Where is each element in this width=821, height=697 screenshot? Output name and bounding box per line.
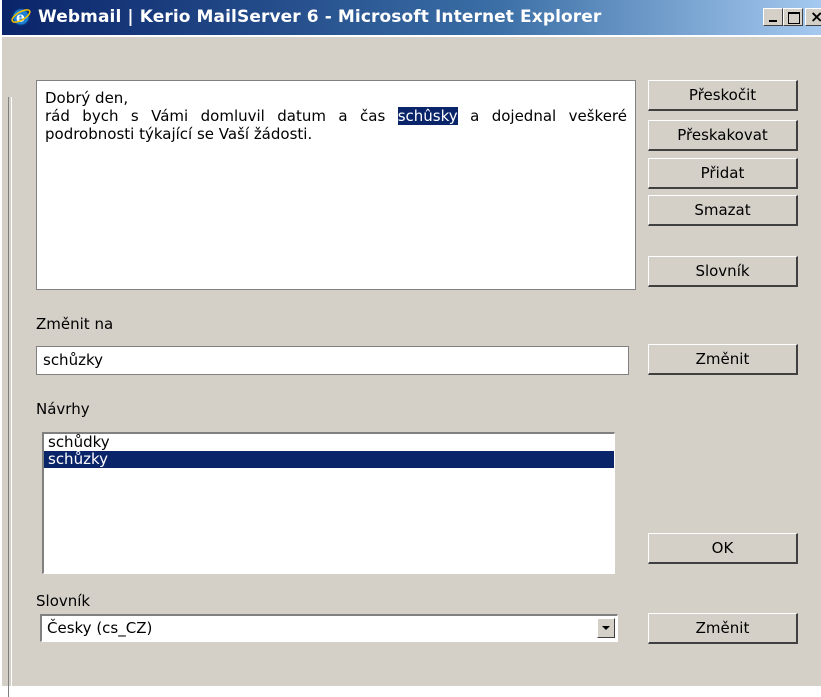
suggestions-list[interactable]: schůdky schůzky: [42, 432, 615, 574]
minimize-button[interactable]: [763, 8, 783, 26]
left-edge: [8, 97, 12, 697]
dictionary-selected-value: Česky (cs_CZ): [47, 619, 153, 637]
add-button[interactable]: Přidat: [648, 158, 798, 189]
suggestion-item-selected[interactable]: schůzky: [44, 451, 614, 468]
message-text-area[interactable]: Dobrý den, rád bych s Vámi domluvil datu…: [36, 80, 636, 290]
internet-explorer-icon: e: [11, 8, 31, 26]
text-line-1: Dobrý den,: [45, 89, 129, 107]
change-button[interactable]: Změnit: [648, 344, 798, 375]
suggestion-item[interactable]: schůdky: [44, 434, 614, 451]
change-to-label: Změnit na: [36, 315, 114, 333]
window-title: Webmail | Kerio MailServer 6 - Microsoft…: [38, 7, 602, 27]
change-language-button[interactable]: Změnit: [648, 613, 798, 644]
title-bar[interactable]: e Webmail | Kerio MailServer 6 - Microso…: [2, 0, 821, 35]
maximize-button[interactable]: [783, 8, 803, 26]
text-before-word: rád bych s Vámi domluvil datum a čas: [45, 107, 398, 125]
dictionary-select[interactable]: Česky (cs_CZ): [40, 614, 618, 642]
spellcheck-window: e Webmail | Kerio MailServer 6 - Microso…: [0, 0, 821, 697]
dictionary-button[interactable]: Slovník: [648, 256, 798, 287]
dialog-content: Dobrý den, rád bych s Vámi domluvil datu…: [2, 37, 821, 697]
delete-button[interactable]: Smazat: [648, 195, 798, 226]
dictionary-label: Slovník: [36, 592, 91, 610]
suggestions-label: Návrhy: [36, 400, 90, 418]
skip-button[interactable]: Přeskočit: [648, 80, 798, 111]
text-line-2: rád bych s Vámi domluvil datum a čas sch…: [45, 107, 627, 143]
close-button[interactable]: ×: [805, 7, 821, 26]
ok-button[interactable]: OK: [648, 533, 798, 564]
close-icon: ×: [810, 7, 821, 26]
change-to-input[interactable]: schůzky: [36, 346, 629, 375]
skip-all-button[interactable]: Přeskakovat: [648, 120, 798, 151]
chevron-down-icon[interactable]: [597, 618, 615, 638]
misspelled-word: schûsky: [397, 107, 458, 125]
